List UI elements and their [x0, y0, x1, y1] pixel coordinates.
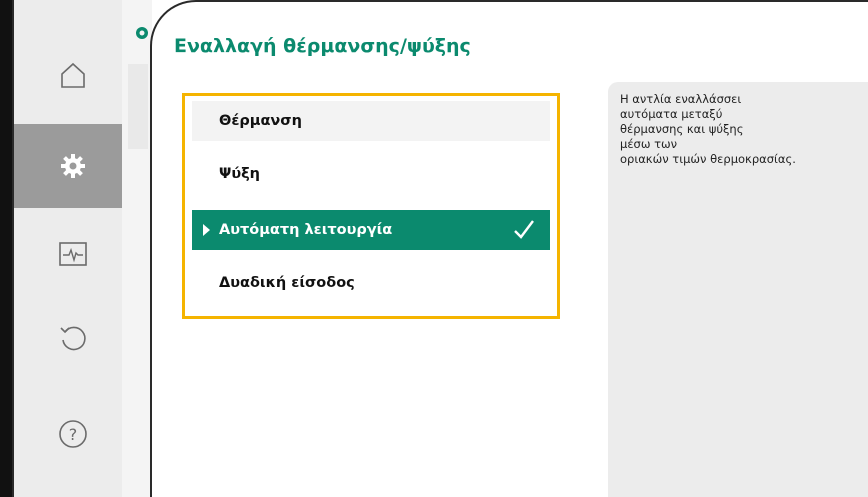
screen: ? Εναλλαγή θέρμανσης/ψύξης Θέρμανση Ψύξη…	[0, 0, 868, 497]
option-heating[interactable]: Θέρμανση	[192, 101, 550, 141]
option-list: Θέρμανση Ψύξη Αυτόματη λειτουργία Δυαδικ…	[182, 93, 560, 319]
sidebar: ?	[12, 0, 132, 497]
sidebar-item-diagnostics[interactable]	[14, 212, 132, 296]
sidebar-item-settings[interactable]	[14, 124, 132, 208]
help-line: μέσω των	[620, 137, 678, 151]
home-icon	[59, 61, 87, 89]
option-binary-input[interactable]: Δυαδική είσοδος	[192, 263, 550, 303]
device-bezel	[0, 0, 12, 497]
previous-menu-gear-icon	[132, 24, 148, 46]
sidebar-item-home[interactable]	[14, 33, 132, 117]
option-automatic[interactable]: Αυτόματη λειτουργία	[192, 210, 550, 250]
help-text-box: Η αντλία εναλλάσσει αυτόματα μεταξύ θέρμ…	[608, 82, 868, 497]
undo-icon	[58, 323, 88, 353]
svg-text:?: ?	[69, 425, 78, 444]
help-icon: ?	[57, 418, 89, 450]
gear-icon	[59, 152, 87, 180]
sidebar-item-help[interactable]: ?	[14, 392, 132, 476]
help-line: θέρμανσης και ψύξης	[620, 122, 744, 136]
selection-arrow-icon	[203, 224, 210, 236]
option-label: Θέρμανση	[219, 113, 302, 129]
sidebar-item-undo[interactable]	[14, 296, 132, 380]
previous-menu-highlight	[128, 64, 148, 149]
page-title: Εναλλαγή θέρμανσης/ψύξης	[174, 35, 471, 57]
diagnostics-icon	[58, 240, 88, 268]
checkmark-icon	[512, 218, 536, 246]
option-label: Ψύξη	[219, 166, 261, 182]
option-cooling[interactable]: Ψύξη	[192, 154, 550, 194]
help-line: οριακών τιμών θερμοκρασίας.	[620, 152, 796, 166]
help-line: αυτόματα μεταξύ	[620, 107, 723, 121]
option-label: Δυαδική είσοδος	[219, 275, 355, 291]
help-line: Η αντλία εναλλάσσει	[620, 92, 742, 106]
option-label: Αυτόματη λειτουργία	[219, 222, 393, 238]
